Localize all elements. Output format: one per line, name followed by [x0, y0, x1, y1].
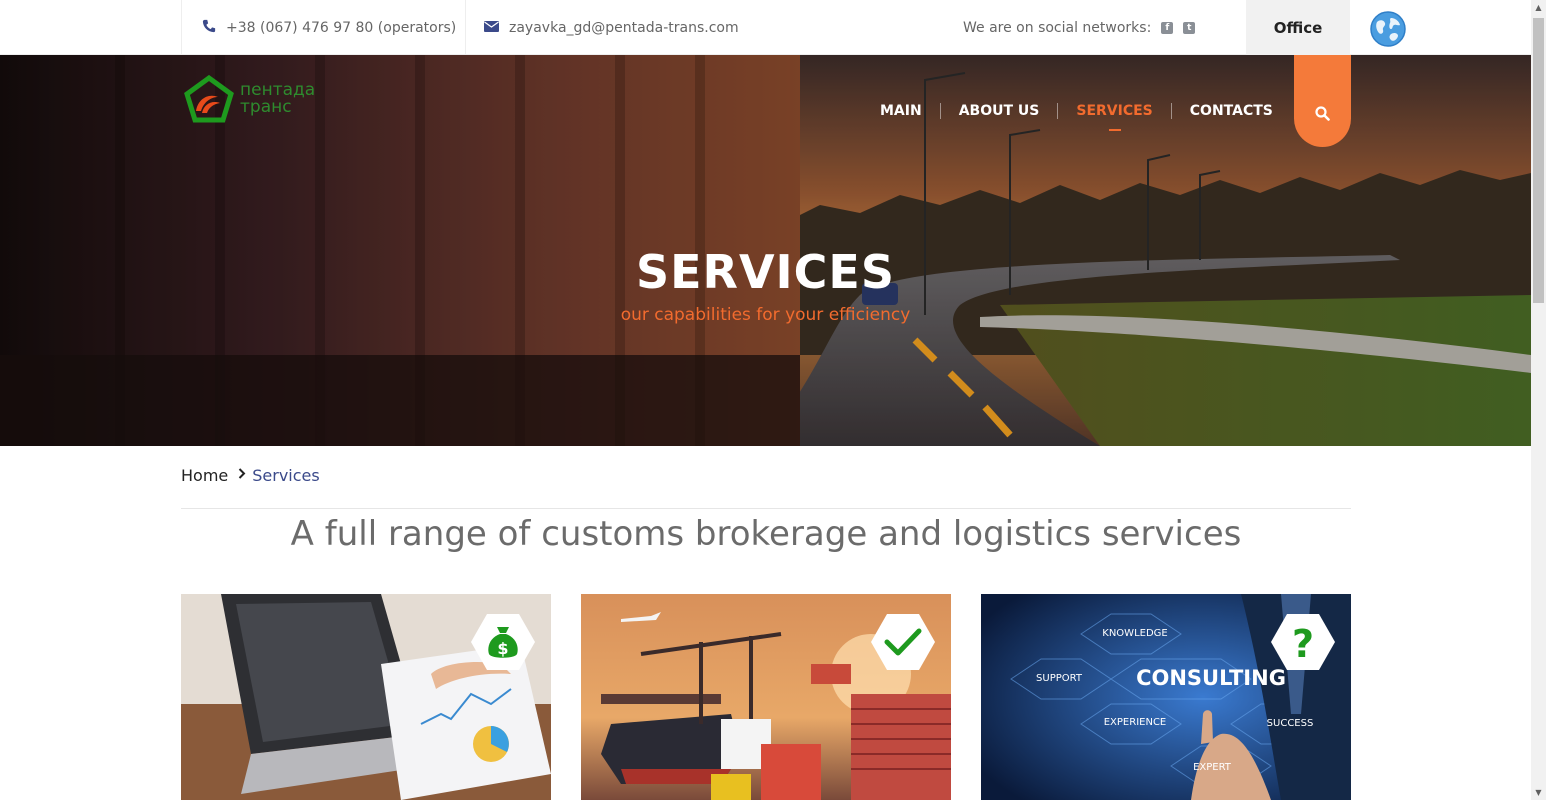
image-word: SUPPORT: [1036, 673, 1083, 684]
scrollbar-thumb[interactable]: [1533, 18, 1544, 303]
phone-contact[interactable]: +38 (067) 476 97 80 (operators): [181, 0, 466, 55]
image-word: EXPERIENCE: [1104, 717, 1167, 728]
office-label: Office: [1273, 18, 1323, 37]
nav-item-main[interactable]: MAIN: [862, 103, 940, 119]
image-word: SUCCESS: [1267, 718, 1314, 729]
svg-text:$: $: [497, 639, 508, 658]
phone-text: +38 (067) 476 97 80 (operators): [226, 19, 457, 36]
social-networks: We are on social networks: f t: [963, 0, 1196, 55]
office-button[interactable]: Office: [1246, 0, 1350, 55]
service-card-3[interactable]: KNOWLEDGE SUPPORT CONSULTING EXPERIENCE …: [981, 594, 1351, 800]
site-logo[interactable]: пентада транс: [184, 75, 315, 123]
service-card-2[interactable]: [581, 594, 951, 800]
logo-icon: [184, 75, 234, 123]
divider: [181, 508, 1351, 509]
facebook-icon[interactable]: f: [1161, 21, 1174, 34]
search-button[interactable]: [1294, 55, 1351, 147]
envelope-icon: [484, 20, 499, 36]
nav-item-services[interactable]: SERVICES: [1058, 103, 1170, 119]
section-title: A full range of customs brokerage and lo…: [290, 514, 1242, 554]
breadcrumb-current: Services: [252, 466, 320, 485]
nav-item-contacts[interactable]: CONTACTS: [1172, 103, 1291, 119]
page-scrollbar[interactable]: ▲ ▼: [1531, 0, 1546, 800]
search-icon: [1315, 106, 1330, 121]
social-label: We are on social networks:: [963, 19, 1152, 36]
hero-banner: пентада транс MAIN ABOUT US SERVICES CON…: [0, 55, 1531, 446]
breadcrumb-home-link[interactable]: Home: [181, 466, 228, 485]
top-bar: +38 (067) 476 97 80 (operators) zayavka_…: [0, 0, 1531, 55]
email-contact[interactable]: zayavka_gd@pentada-trans.com: [466, 0, 739, 55]
tumblr-icon[interactable]: t: [1183, 21, 1196, 34]
phone-icon: [202, 19, 216, 37]
scroll-up-arrow-icon[interactable]: ▲: [1531, 0, 1546, 15]
chevron-right-icon: [238, 468, 246, 483]
image-word: KNOWLEDGE: [1102, 628, 1167, 639]
service-card-1[interactable]: $: [181, 594, 551, 800]
page-subtitle: our capabilities for your efficiency: [620, 305, 911, 325]
logo-line-2: транс: [240, 97, 292, 117]
breadcrumb: Home Services: [181, 466, 320, 485]
page-title: SERVICES: [635, 245, 895, 299]
card-badge: [871, 614, 935, 670]
image-word: EXPERT: [1193, 762, 1232, 773]
nav-item-about-us[interactable]: ABOUT US: [941, 103, 1058, 119]
image-word: CONSULTING: [1136, 666, 1286, 690]
globe-icon[interactable]: [1369, 10, 1407, 48]
question-icon: ?: [1292, 622, 1314, 666]
main-navigation: MAIN ABOUT US SERVICES CONTACTS: [862, 103, 1291, 119]
card-badge: $: [471, 614, 535, 670]
logo-text: пентада транс: [240, 82, 315, 116]
card-badge: ?: [1271, 614, 1335, 670]
scroll-down-arrow-icon[interactable]: ▼: [1531, 785, 1546, 800]
email-text: zayavka_gd@pentada-trans.com: [509, 19, 739, 36]
